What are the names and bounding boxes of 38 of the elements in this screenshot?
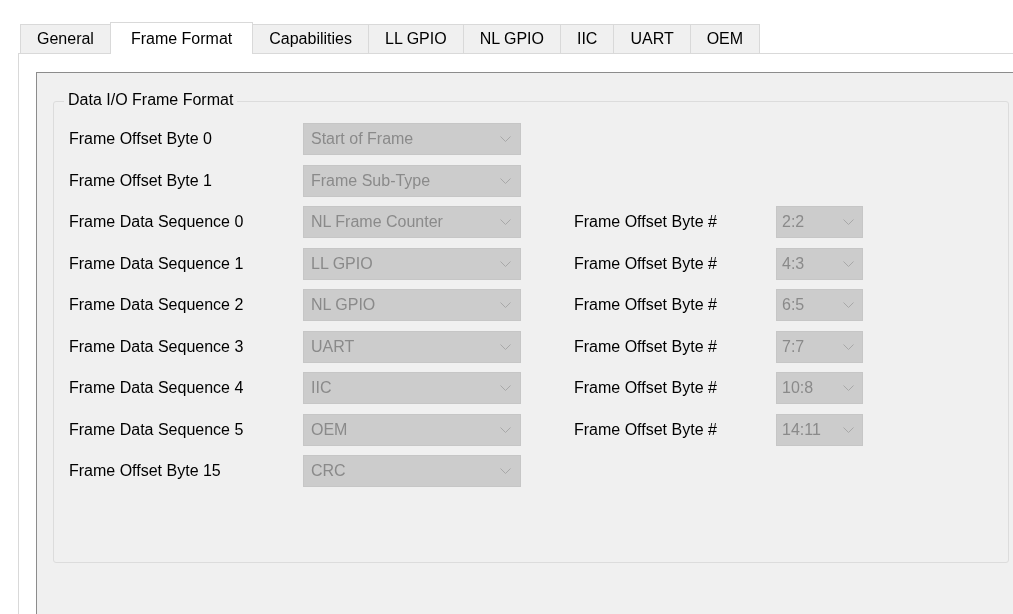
chevron-icon: [500, 177, 511, 184]
tab[interactable]: UART: [613, 24, 691, 53]
chevron-icon: [843, 219, 854, 225]
chevron-icon: [843, 385, 854, 391]
field-label: Frame Offset Byte #: [574, 379, 718, 397]
chevron-icon: [500, 219, 511, 225]
field-label: Frame Data Sequence 1: [69, 254, 245, 273]
field-label: Frame Offset Byte 15: [69, 462, 222, 480]
chevron-icon: [843, 343, 854, 350]
chevron-icon: [843, 302, 854, 308]
field-label: Frame Data Sequence 0: [69, 213, 245, 231]
chevron-icon: [500, 136, 511, 142]
field-label: Frame Data Sequence 5: [69, 420, 245, 439]
field-label: Frame Offset Byte #: [574, 296, 718, 314]
field-label: Frame Data Sequence 3: [69, 337, 245, 356]
field-label: Frame Data Sequence 2: [69, 296, 245, 314]
tab[interactable]: OEM: [689, 24, 761, 53]
field-label: Frame Offset Byte 1: [69, 171, 213, 190]
chevron-icon: [843, 260, 854, 267]
tab[interactable]: LL GPIO: [368, 24, 464, 53]
field-label: Frame Data Sequence 4: [69, 379, 245, 397]
tab[interactable]: Frame Format: [109, 22, 254, 54]
field-label: Frame Offset Byte #: [574, 420, 718, 439]
field-label: Frame Offset Byte #: [574, 337, 718, 356]
field-label: Frame Offset Byte #: [574, 213, 718, 231]
chevron-icon: [500, 343, 511, 350]
tab[interactable]: NL GPIO: [462, 24, 561, 53]
tab[interactable]: General: [20, 24, 111, 53]
chevron-icon: [500, 385, 511, 391]
chevron-icon: [500, 468, 511, 474]
tab[interactable]: Capabilities: [252, 24, 369, 53]
chevron-icon: [500, 260, 511, 267]
chevron-icon: [500, 426, 511, 433]
chevron-icon: [500, 302, 511, 308]
tab[interactable]: IIC: [559, 24, 615, 53]
field-label: Frame Offset Byte #: [574, 254, 718, 273]
chevron-icon: [843, 426, 854, 433]
field-label: Frame Offset Byte 0: [69, 130, 213, 148]
